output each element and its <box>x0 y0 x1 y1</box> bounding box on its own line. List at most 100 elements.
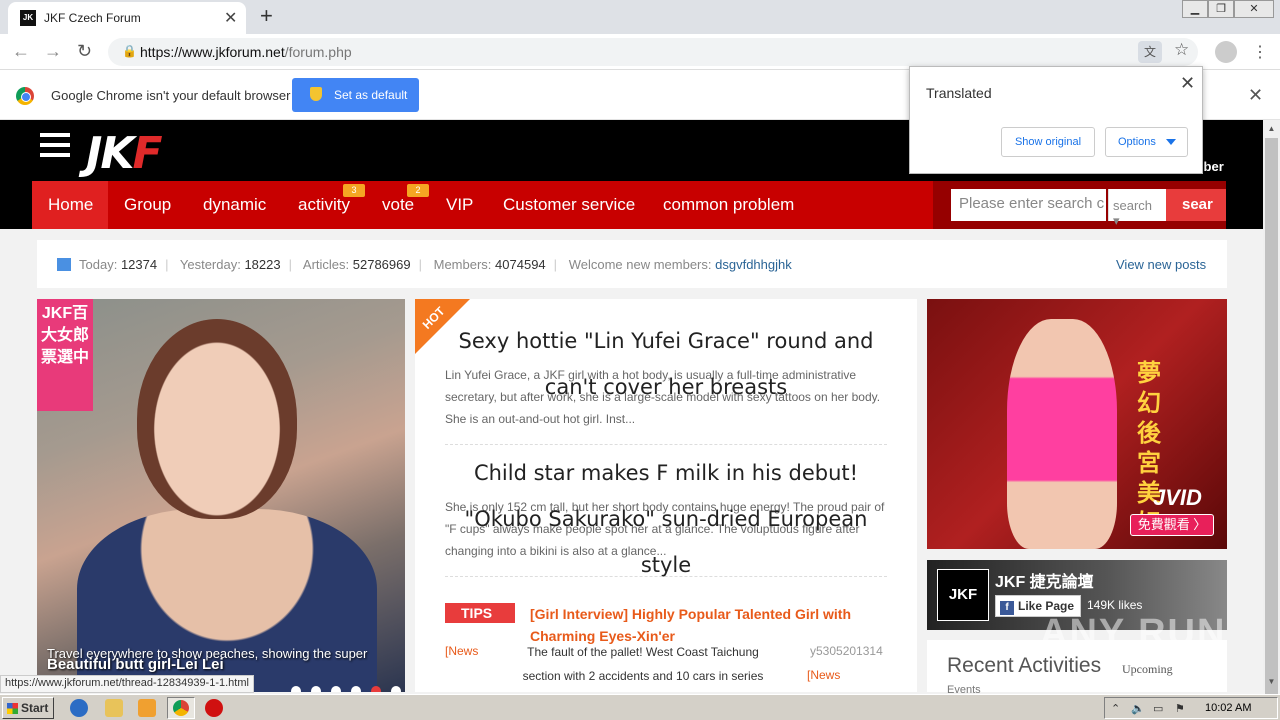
new-member-link[interactable]: dsgvfdhhgjhk <box>715 257 792 272</box>
fb-like-count: 149K likes <box>1087 598 1143 612</box>
translate-popup-title: Translated <box>926 85 992 101</box>
news-tag[interactable]: [News <box>445 644 478 658</box>
nav-vote[interactable]: vote <box>382 195 414 215</box>
slider-dot[interactable] <box>351 686 361 692</box>
start-button[interactable]: Start <box>2 697 54 719</box>
ie-icon[interactable] <box>70 699 88 717</box>
translate-options-button[interactable]: Options <box>1105 127 1188 157</box>
status-url: https://www.jkforum.net/thread-12834939-… <box>0 675 254 693</box>
nav-customer-service[interactable]: Customer service <box>503 195 635 215</box>
slider-photo-face <box>137 319 297 519</box>
opera-icon[interactable] <box>205 699 223 717</box>
upcoming-tab[interactable]: Upcoming <box>1122 662 1173 677</box>
window-close-button[interactable]: ✕ <box>1234 0 1274 18</box>
ad-model-image <box>1007 319 1117 549</box>
explorer-icon[interactable] <box>105 699 123 717</box>
facebook-icon: f <box>1000 601 1014 615</box>
windows-taskbar: Start ⌃ 🔈 ▭ ⚑ 10:02 AM <box>0 694 1280 720</box>
jvid-logo: JVID <box>1153 485 1202 510</box>
browser-tab[interactable]: JK JKF Czech Forum ✕ <box>8 2 246 34</box>
slider-dot[interactable] <box>391 686 401 692</box>
minimize-button[interactable]: ▁ <box>1182 0 1208 18</box>
jkf-favicon-icon: JK <box>20 10 36 26</box>
media-player-icon[interactable] <box>138 699 156 717</box>
slider-dot[interactable] <box>311 686 321 692</box>
nav-common-problem[interactable]: common problem <box>663 195 794 215</box>
slider-title[interactable]: Beautiful butt girl-Lei Lei <box>47 656 224 673</box>
forum-stats: Today: 12374 | Yesterday: 18223 | Articles… <box>79 257 792 272</box>
bookmark-star-icon[interactable]: ☆ <box>1174 40 1189 60</box>
news-headline[interactable]: The fault of the pallet! West Coast Taic… <box>507 640 779 688</box>
tab-title: JKF Czech Forum <box>44 11 141 25</box>
chrome-logo-icon <box>16 87 34 105</box>
article-title[interactable]: Sexy hottie "Lin Yufei Grace" round and … <box>455 318 877 410</box>
caret-down-icon <box>1166 139 1176 145</box>
nav-dynamic[interactable]: dynamic <box>203 195 266 215</box>
slider-dot-active[interactable] <box>371 686 381 692</box>
view-new-posts-link[interactable]: View new posts <box>1116 257 1206 272</box>
scroll-thumb[interactable] <box>1265 138 1278 698</box>
recent-activities-title: Recent Activities <box>947 654 1102 677</box>
back-arrow-icon[interactable]: ← <box>12 41 30 62</box>
scroll-up-icon[interactable]: ▲ <box>1263 120 1280 137</box>
translate-icon[interactable]: 文 <box>1138 41 1162 63</box>
clock: 10:02 AM <box>1205 702 1252 714</box>
site-logo[interactable]: JKF <box>86 128 163 179</box>
scroll-down-icon[interactable]: ▼ <box>1263 673 1280 690</box>
set-default-label: Set as default <box>334 88 408 102</box>
search-input[interactable]: Please enter search c <box>951 189 1106 221</box>
chrome-menu-icon[interactable]: ⋮ <box>1252 42 1268 62</box>
lock-icon[interactable]: 🔒 <box>122 44 137 58</box>
news-author[interactable]: y5305201314 <box>810 644 883 658</box>
new-tab-button[interactable]: + <box>260 3 273 29</box>
toolbar: ← → ↻ 🔒 https://www.jkforum.net/forum.ph… <box>0 34 1280 70</box>
nav-vip[interactable]: VIP <box>446 195 473 215</box>
page-scrollbar[interactable]: ▲ ▼ <box>1263 120 1280 698</box>
stats-bar: Today: 12374 | Yesterday: 18223 | Articles… <box>37 240 1227 288</box>
nav-home[interactable]: Home <box>48 195 93 215</box>
search-type-select[interactable]: search ▾ <box>1108 189 1166 228</box>
news-tag[interactable]: [News <box>807 668 840 682</box>
infobar-close-icon[interactable]: ✕ <box>1248 85 1263 106</box>
chrome-taskbar-button[interactable] <box>167 697 195 719</box>
tray-expand-icon[interactable]: ⌃ <box>1111 702 1120 715</box>
anyrun-watermark: ANY RUN <box>1040 612 1227 654</box>
nav-group[interactable]: Group <box>124 195 171 215</box>
forward-arrow-icon[interactable]: → <box>44 41 62 62</box>
speaker-icon[interactable]: 🔈 <box>1131 702 1145 715</box>
tab-close-icon[interactable]: ✕ <box>224 8 237 28</box>
translate-popup: Translated ✕ Show original Options <box>909 66 1203 174</box>
set-default-button[interactable]: Set as default <box>292 78 419 112</box>
maximize-button[interactable]: ❐ <box>1208 0 1234 18</box>
url-text[interactable]: https://www.jkforum.net/forum.php <box>140 44 352 60</box>
flag-icon[interactable]: ⚑ <box>1175 702 1185 715</box>
fb-page-logo[interactable]: JKF <box>937 569 989 621</box>
jvid-ad-banner[interactable]: 夢幻後宮美妃 JVID 免費觀看 〉 <box>927 299 1227 549</box>
article-divider <box>445 576 887 577</box>
hamburger-menu-icon[interactable] <box>40 133 70 157</box>
tab-strip: JK JKF Czech Forum ✕ + ▁ ❐ ✕ <box>0 0 1280 34</box>
jkf-ribbon-badge: JKF百大女郎票選中 <box>37 299 93 411</box>
windows-logo-icon <box>7 703 18 714</box>
show-original-button[interactable]: Show original <box>1001 127 1095 157</box>
system-tray: ⌃ 🔈 ▭ ⚑ 10:02 AM <box>1104 697 1278 719</box>
bar-chart-icon <box>57 258 71 271</box>
infobar-message: Google Chrome isn't your default browser <box>51 88 291 103</box>
fb-page-name[interactable]: JKF 捷克論壇 <box>995 568 1094 592</box>
tips-badge: TIPS <box>445 603 515 623</box>
slider-dot[interactable] <box>331 686 341 692</box>
article-title[interactable]: Child star makes F milk in his debut! "O… <box>455 450 877 588</box>
vote-badge: 2 <box>407 184 429 197</box>
network-icon[interactable]: ▭ <box>1153 702 1163 715</box>
reload-icon[interactable]: ↻ <box>77 41 92 62</box>
translate-close-icon[interactable]: ✕ <box>1180 73 1195 94</box>
slider-dot[interactable] <box>291 686 301 692</box>
ad-watch-button[interactable]: 免費觀看 〉 <box>1130 514 1214 536</box>
address-bar[interactable]: 🔒 https://www.jkforum.net/forum.php 文 ☆ <box>108 38 1198 66</box>
article-divider <box>445 444 887 445</box>
search-button[interactable]: sear <box>1166 189 1226 221</box>
profile-avatar-icon[interactable] <box>1215 41 1237 63</box>
nav-activity[interactable]: activity <box>298 195 350 215</box>
featured-slider[interactable]: JKF百大女郎票選中 Travel everywhere to show pea… <box>37 299 405 692</box>
activity-badge: 3 <box>343 184 365 197</box>
